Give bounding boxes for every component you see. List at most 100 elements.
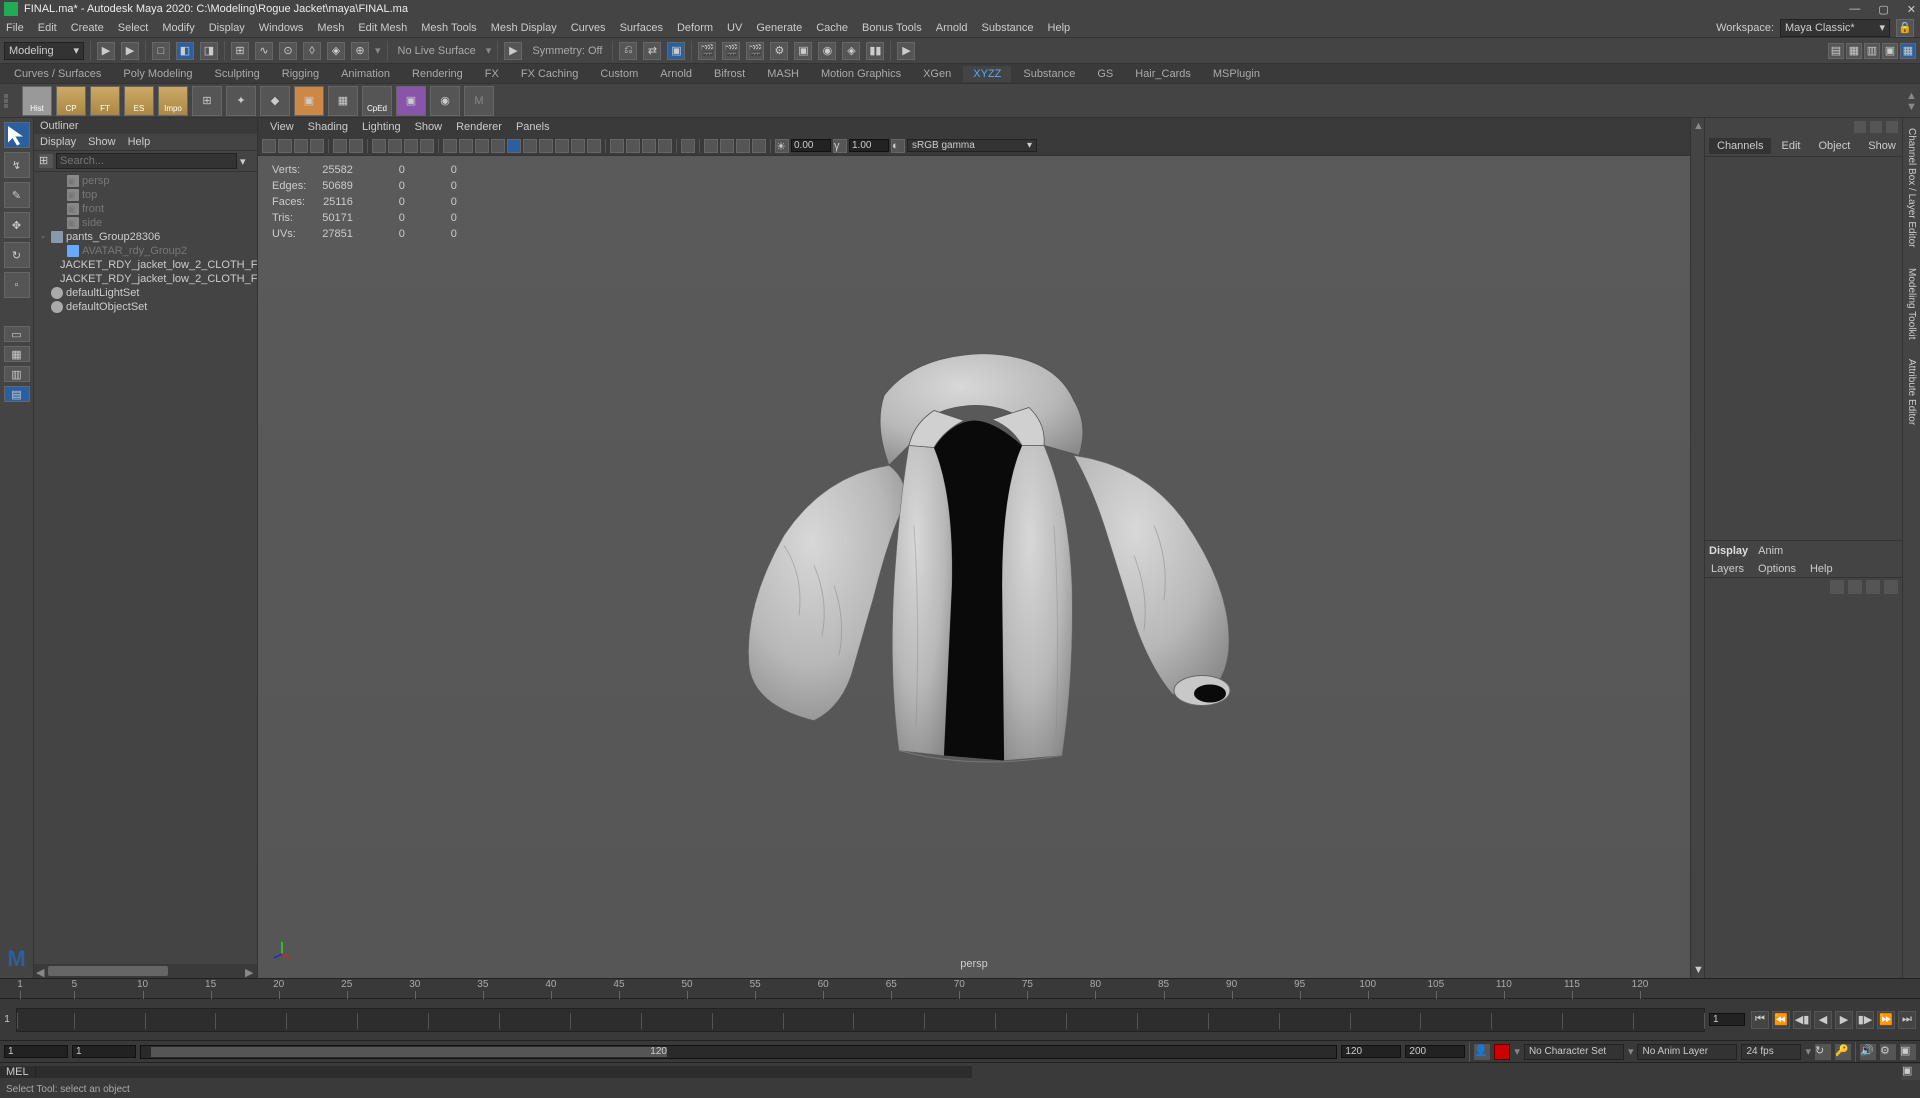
shelf-btn-9[interactable]: ▣ <box>294 86 324 116</box>
anim-start-field[interactable] <box>4 1045 68 1058</box>
goto-end-button[interactable]: ⏭ <box>1898 1011 1916 1029</box>
layer-menu-options[interactable]: Options <box>1758 563 1796 575</box>
shelf-btn-6[interactable]: ⊞ <box>192 86 222 116</box>
shelf-tab-gs[interactable]: GS <box>1087 66 1123 82</box>
menu-file[interactable]: File <box>6 22 24 34</box>
panel-layout-1-icon[interactable]: ▤ <box>1828 43 1844 59</box>
outliner-item[interactable]: persp <box>34 174 257 188</box>
cmd-language-label[interactable]: MEL <box>0 1066 36 1078</box>
paint-select-tool-icon[interactable]: ✎ <box>4 182 30 208</box>
shelf-tab-haircards[interactable]: Hair_Cards <box>1125 66 1201 82</box>
shelf-tab-substance[interactable]: Substance <box>1013 66 1085 82</box>
outliner-item[interactable]: JACKET_RDY_jacket_low_2_CLOTH_FROM_z <box>34 258 257 272</box>
rotate-tool-icon[interactable]: ↻ <box>4 242 30 268</box>
vp-light1-icon[interactable] <box>626 139 640 153</box>
vp-shadows-icon[interactable] <box>491 139 505 153</box>
shelf-tab-sculpting[interactable]: Sculpting <box>205 66 270 82</box>
vp-gamma-icon[interactable]: γ <box>833 139 847 153</box>
layer-move-down-icon[interactable] <box>1848 580 1862 594</box>
menu-surfaces[interactable]: Surfaces <box>620 22 663 34</box>
cb-menu-icon[interactable] <box>1886 121 1898 133</box>
layer-list[interactable] <box>1705 596 1902 979</box>
vp-resolution-gate-icon[interactable] <box>404 139 418 153</box>
vp-motion-blur-icon[interactable] <box>523 139 537 153</box>
shelf-btn-12[interactable]: ▣ <box>396 86 426 116</box>
snap-point-icon[interactable]: ⊙ <box>279 42 297 60</box>
shelf-btn-cped[interactable]: CpEd <box>362 86 392 116</box>
render-settings-icon[interactable]: ⚙ <box>770 42 788 60</box>
ipr-render-icon[interactable]: 🎬 <box>722 42 740 60</box>
scale-tool-icon[interactable]: ▫ <box>4 272 30 298</box>
vp-camera1-icon[interactable] <box>704 139 718 153</box>
vp-light2-icon[interactable] <box>642 139 656 153</box>
vp-bookmark-icon[interactable] <box>294 139 308 153</box>
menu-generate[interactable]: Generate <box>756 22 802 34</box>
menu-arnold[interactable]: Arnold <box>936 22 968 34</box>
layout-horiz-icon[interactable]: ▤ <box>4 386 30 402</box>
symmetry-toggle-icon[interactable]: ▶ <box>504 42 522 60</box>
menu-uv[interactable]: UV <box>727 22 742 34</box>
vp-gamma-field[interactable] <box>849 139 889 152</box>
close-button[interactable]: ✕ <box>1907 3 1916 16</box>
move-tool-icon[interactable]: ✥ <box>4 212 30 238</box>
outliner-item[interactable]: front <box>34 202 257 216</box>
hypershade-icon[interactable]: ◉ <box>818 42 836 60</box>
menu-deform[interactable]: Deform <box>677 22 713 34</box>
outliner-item[interactable]: JACKET_RDY_jacket_low_2_CLOTH_FROM_z <box>34 272 257 286</box>
tab-attribute-editor[interactable]: Attribute Editor <box>1906 353 1917 431</box>
menu-set-selector[interactable]: Modeling▾ <box>4 42 84 60</box>
shelf-btn-hist[interactable]: Hist <box>22 86 52 116</box>
vp-camera2-icon[interactable] <box>720 139 734 153</box>
tab-modeling-toolkit[interactable]: Modeling Toolkit <box>1906 262 1917 346</box>
shelf-tab-rigging[interactable]: Rigging <box>272 66 329 82</box>
vp-grid-icon[interactable] <box>372 139 386 153</box>
vp-menu-show[interactable]: Show <box>415 121 443 133</box>
vp-isolate-icon[interactable] <box>610 139 624 153</box>
snap-view-icon[interactable]: ◈ <box>327 42 345 60</box>
menu-mesh-display[interactable]: Mesh Display <box>491 22 557 34</box>
vp-use-lights-icon[interactable] <box>475 139 489 153</box>
menu-create[interactable]: Create <box>71 22 104 34</box>
shelf-tab-mash[interactable]: MASH <box>757 66 809 82</box>
vp-light3-icon[interactable] <box>658 139 672 153</box>
layout-four-icon[interactable]: ▦ <box>4 346 30 362</box>
menu-help[interactable]: Help <box>1048 22 1071 34</box>
vp-camera-select-icon[interactable] <box>262 139 276 153</box>
outliner-item[interactable]: side <box>34 216 257 230</box>
shelf-tab-motion[interactable]: Motion Graphics <box>811 66 911 82</box>
shelf-tab-msplugin[interactable]: MSPlugin <box>1203 66 1270 82</box>
outliner-menu-show[interactable]: Show <box>88 136 116 148</box>
select-by-object-icon[interactable]: ◨ <box>200 42 218 60</box>
menu-substance[interactable]: Substance <box>982 22 1034 34</box>
vp-image-plane-icon[interactable] <box>310 139 324 153</box>
select-by-hierarchy-icon[interactable]: ◧ <box>176 42 194 60</box>
shelf-tab-xgen[interactable]: XGen <box>913 66 961 82</box>
cb-tab-show[interactable]: Show <box>1860 138 1904 154</box>
layer-tab-anim[interactable]: Anim <box>1758 545 1783 557</box>
menu-select[interactable]: Select <box>118 22 149 34</box>
workspace-selector[interactable]: Maya Classic*▾ <box>1780 19 1890 37</box>
outliner-item[interactable]: top <box>34 188 257 202</box>
shelf-btn-7[interactable]: ✦ <box>226 86 256 116</box>
step-back-button[interactable]: ◀▮ <box>1793 1011 1811 1029</box>
shelf-scroll-up-icon[interactable]: ▲ <box>1906 90 1916 100</box>
outliner-search-input[interactable] <box>56 153 237 169</box>
pause-icon[interactable]: ▮▮ <box>866 42 884 60</box>
shelf-tab-arnold[interactable]: Arnold <box>650 66 702 82</box>
layout-vert-icon[interactable]: ▥ <box>4 366 30 382</box>
vp-2d-pan-icon[interactable] <box>333 139 347 153</box>
light-editor-icon[interactable]: ◈ <box>842 42 860 60</box>
timeline-track[interactable] <box>16 1008 1705 1032</box>
shelf-tab-animation[interactable]: Animation <box>331 66 400 82</box>
panel-layout-5-icon[interactable]: ▦ <box>1900 43 1916 59</box>
viewport-vscroll[interactable]: ▲ ▼ <box>1690 118 1704 978</box>
construction-history-icon[interactable]: ⎌ <box>619 42 637 60</box>
shelf-btn-cp[interactable]: CP <box>56 86 86 116</box>
menu-curves[interactable]: Curves <box>571 22 606 34</box>
shelf-tab-fx[interactable]: FX <box>475 66 509 82</box>
audio-icon[interactable]: 🔊 <box>1860 1044 1876 1060</box>
menu-edit-mesh[interactable]: Edit Mesh <box>358 22 407 34</box>
time-ruler[interactable]: 1510152025303540455055606570758085909510… <box>0 978 1920 998</box>
shelf-toggle-icon[interactable] <box>4 94 18 108</box>
menu-cache[interactable]: Cache <box>816 22 848 34</box>
